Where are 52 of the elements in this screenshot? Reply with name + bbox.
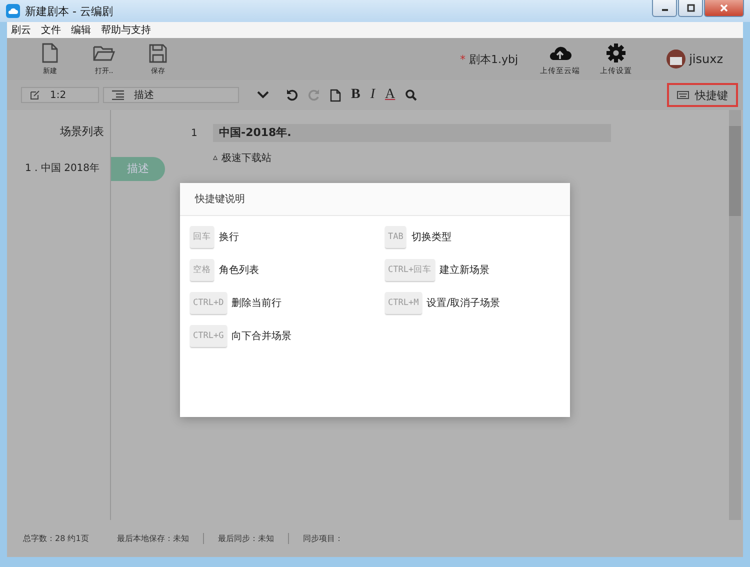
status-text: 同步项目： — [302, 533, 344, 544]
maximize-icon — [686, 4, 694, 12]
shortcut-description: 向下合并场景 — [232, 330, 292, 343]
user-name: jisuxz — [689, 52, 723, 66]
shortcut-description: 换行 — [219, 231, 239, 244]
menu-item[interactable]: 刷云 — [11, 23, 31, 37]
key-badge: CTRL+回车 — [385, 259, 435, 281]
edit-icon — [30, 90, 40, 100]
shortcut-button[interactable]: 快捷键 — [667, 83, 738, 107]
text-color-button[interactable]: A — [382, 87, 398, 103]
key-badge: 空格 — [190, 259, 214, 281]
italic-button[interactable]: I — [367, 87, 378, 103]
maximize-button[interactable] — [678, 0, 703, 17]
list-icon — [112, 90, 124, 100]
cloud-app-icon — [6, 4, 20, 18]
shortcut-description: 删除当前行 — [232, 296, 282, 310]
scrollbar[interactable] — [729, 110, 741, 520]
minimize-button[interactable] — [652, 0, 677, 17]
scene-item[interactable]: 1 . 中国 2018年 — [25, 161, 100, 175]
document-name: * 剧本1.ybj — [460, 52, 518, 66]
shortcut-description: 角色列表 — [219, 264, 259, 277]
shortcut-description: 切换类型 — [411, 230, 452, 244]
key-badge: CTRL+D — [190, 292, 227, 314]
close-icon — [720, 4, 728, 12]
scene-list-title: 场景列表 — [60, 124, 104, 139]
shortcut-description: 设置/取消子场景 — [426, 296, 500, 310]
dialog-title: 快捷键说明 — [195, 192, 245, 206]
shortcut-description: 建立新场景 — [440, 264, 490, 277]
menu-item[interactable]: 编辑 — [71, 23, 91, 37]
marker: ▵ — [213, 153, 218, 163]
status-text: 总字数：28 约1页 — [23, 533, 90, 544]
menu-item[interactable]: 文件 — [41, 23, 61, 37]
avatar-icon — [666, 49, 686, 69]
keyboard-icon — [677, 91, 689, 99]
key-badge: TAB — [385, 226, 406, 248]
key-badge: 回车 — [190, 226, 214, 248]
bold-button[interactable]: B — [348, 87, 364, 103]
window-title: 新建剧本 - 云编剧 — [25, 4, 113, 18]
type-dropdown[interactable]: 描述 — [103, 87, 239, 103]
scene-heading: 中国-2018年. — [213, 124, 611, 142]
close-button[interactable] — [704, 0, 744, 17]
line-number: 1 — [191, 128, 198, 138]
key-badge: CTRL+G — [190, 325, 227, 347]
status-text: 最后本地保存：未知 — [116, 533, 204, 544]
file-icon — [41, 42, 59, 62]
chevron-down-icon[interactable] — [257, 91, 269, 99]
position-field[interactable]: 1:2 — [21, 87, 99, 103]
type-tag: 描述 — [111, 157, 165, 181]
key-badge: CTRL+M — [385, 292, 422, 314]
menu-item[interactable]: 帮助与支持 — [101, 23, 151, 37]
action-text: 极速下载站 — [222, 152, 272, 165]
status-text: 最后同步：未知 — [218, 533, 289, 544]
